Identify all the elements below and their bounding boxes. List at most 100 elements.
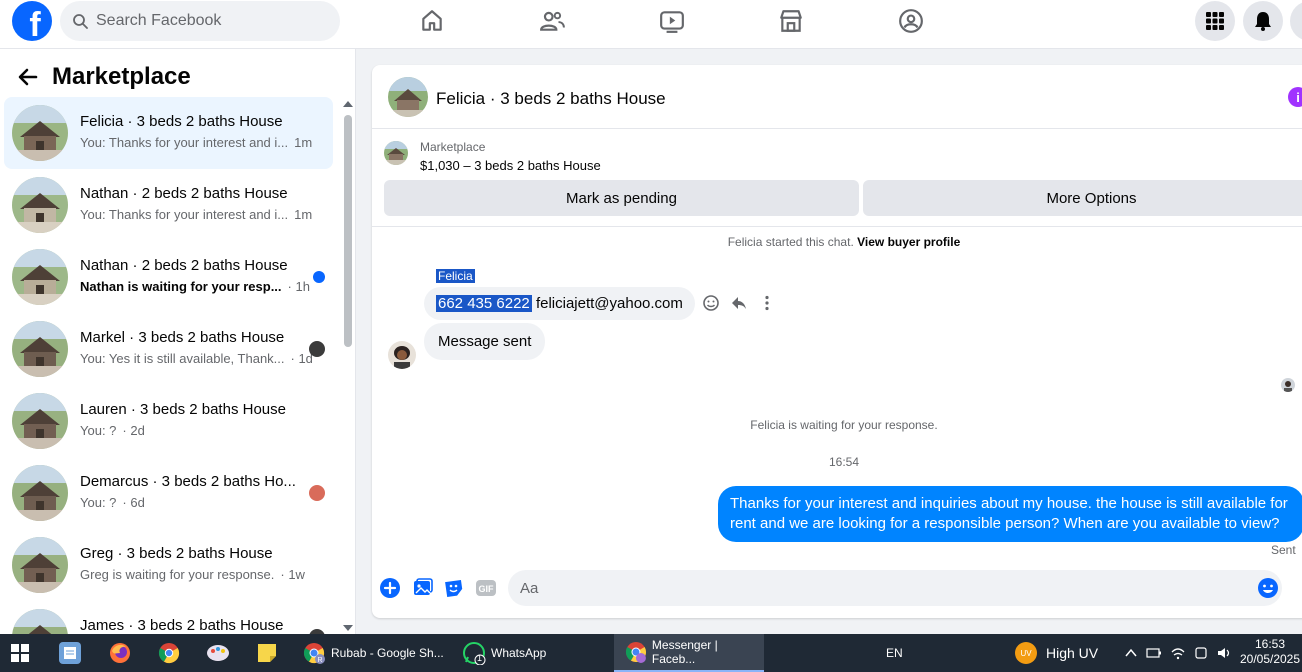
facebook-logo[interactable]: f	[12, 1, 52, 41]
react-emoji-icon[interactable]	[702, 294, 720, 312]
groups-icon[interactable]	[895, 6, 927, 36]
unread-dot	[313, 271, 325, 283]
windows-start-icon[interactable]	[10, 634, 30, 672]
message-actions	[702, 294, 776, 312]
message-input-box[interactable]	[508, 570, 1282, 606]
outgoing-message[interactable]: Thanks for your interest and inquiries a…	[718, 486, 1302, 542]
waiting-notice: Felicia is waiting for your response.	[750, 418, 938, 432]
message-composer: GIF	[372, 565, 1302, 618]
taskbar-whatsapp[interactable]: 1 WhatsApp	[462, 634, 546, 672]
profile-avatar[interactable]	[1290, 1, 1302, 41]
conversation-item[interactable]: Nathan · 2 beds 2 baths House Nathan is w…	[4, 241, 333, 313]
system-tray	[1124, 634, 1232, 672]
watch-icon[interactable]	[656, 6, 688, 36]
more-dots-icon[interactable]	[758, 294, 776, 312]
conversation-avatar	[12, 105, 68, 161]
clock[interactable]: 16:53 20/05/2025	[1238, 637, 1302, 667]
listing-source: Marketplace	[420, 140, 486, 154]
more-options-button[interactable]: More Options	[863, 180, 1302, 216]
conversation-time: · 1w	[280, 567, 305, 582]
conversation-title: James · 3 beds 2 baths House	[80, 617, 284, 634]
email-address: feliciajett@yahoo.com	[535, 295, 683, 312]
emoji-icon[interactable]	[1257, 577, 1279, 599]
conversation-avatar	[12, 177, 68, 233]
conversation-item[interactable]: Felicia · 3 beds 2 baths House You: Thank…	[4, 97, 333, 169]
listing-thumbnail[interactable]	[384, 141, 408, 165]
read-receipt-avatar	[1281, 378, 1295, 392]
chat-title[interactable]: Felicia · 3 beds 2 baths House	[436, 89, 666, 109]
svg-text:R: R	[317, 657, 322, 664]
conversation-avatar	[12, 249, 68, 305]
conversation-time: · 1h	[287, 279, 310, 294]
volume-icon[interactable]	[1216, 646, 1232, 660]
back-arrow-icon[interactable]	[16, 65, 40, 89]
listing-title[interactable]: $1,030 – 3 beds 2 baths House	[420, 158, 601, 173]
clock-time: 16:53	[1254, 637, 1286, 651]
seen-avatar	[309, 341, 325, 357]
scroll-thumb[interactable]	[344, 115, 352, 347]
phone-number: 662 435 6222	[436, 295, 532, 312]
sender-name: Felicia	[436, 269, 475, 283]
conversation-time: 1m	[294, 135, 313, 150]
conversation-snippet: You: ? · 2d	[80, 423, 145, 438]
scrollbar[interactable]	[341, 101, 353, 631]
firefox-icon[interactable]	[108, 634, 132, 672]
notifications-bell-icon[interactable]	[1243, 1, 1283, 41]
language-indicator[interactable]: EN	[886, 634, 903, 672]
conversation-avatar	[12, 465, 68, 521]
view-buyer-profile-link[interactable]: View buyer profile	[857, 235, 960, 249]
chrome-icon[interactable]	[157, 634, 181, 672]
conversation-time: 1m	[294, 207, 313, 222]
taskbar-messenger[interactable]: Messenger | Faceb...	[614, 634, 764, 672]
paint-app-icon[interactable]	[205, 634, 231, 672]
top-navbar: f	[0, 0, 1302, 49]
weather-widget[interactable]: UV High UV	[1015, 634, 1098, 672]
conversation-item[interactable]: Lauren · 3 beds 2 baths House You: ? · 2d	[4, 385, 333, 457]
incoming-message[interactable]: 662 435 6222 feliciajett@yahoo.com	[424, 287, 695, 320]
conversation-title: Nathan · 2 beds 2 baths House	[80, 257, 288, 274]
add-plus-icon[interactable]	[379, 577, 401, 599]
conversation-snippet: You: Yes it is still available, Thank...…	[80, 351, 313, 366]
battery-icon[interactable]	[1146, 646, 1162, 660]
marketplace-icon[interactable]	[775, 6, 807, 36]
scroll-down-icon[interactable]	[343, 625, 353, 631]
menu-grid-icon[interactable]	[1195, 1, 1235, 41]
conversation-time: · 2d	[122, 423, 145, 438]
sender-avatar[interactable]	[388, 341, 416, 369]
message-input[interactable]	[520, 579, 1220, 597]
scroll-up-icon[interactable]	[343, 101, 353, 107]
conversation-item[interactable]: Greg · 3 beds 2 baths House Greg is waiti…	[4, 529, 333, 601]
conversation-item[interactable]: James · 3 beds 2 baths House	[4, 601, 333, 634]
chat-header: Felicia · 3 beds 2 baths House i	[372, 65, 1302, 129]
device-icon[interactable]	[1194, 646, 1208, 660]
info-icon[interactable]: i	[1288, 87, 1302, 107]
chevron-up-icon[interactable]	[1124, 646, 1138, 660]
conversation-avatar	[12, 609, 68, 634]
conversation-title: Demarcus · 3 beds 2 baths Ho...	[80, 473, 296, 490]
chat-house-avatar[interactable]	[388, 77, 428, 117]
conversation-snippet: Nathan is waiting for your resp... · 1h	[80, 279, 310, 294]
friends-icon[interactable]	[536, 6, 568, 36]
conversation-item[interactable]: Demarcus · 3 beds 2 baths Ho... You: ? · 6…	[4, 457, 333, 529]
notepad-app-icon[interactable]	[59, 634, 81, 672]
incoming-message[interactable]: Message sent	[424, 323, 546, 360]
conversation-item[interactable]: Nathan · 2 beds 2 baths House You: Thanks…	[4, 169, 333, 241]
mark-pending-button[interactable]: Mark as pending	[384, 180, 859, 216]
conversation-snippet: You: Thanks for your interest and i... 1m	[80, 135, 313, 150]
search-box[interactable]	[60, 1, 340, 41]
search-input[interactable]	[96, 12, 316, 30]
conversation-item[interactable]: Markel · 3 beds 2 baths House You: Yes it…	[4, 313, 333, 385]
chat-window: Felicia · 3 beds 2 baths House i Marketp…	[372, 65, 1302, 618]
wifi-icon[interactable]	[1170, 646, 1186, 660]
home-icon[interactable]	[416, 6, 448, 36]
sent-status: Sent	[1271, 543, 1296, 557]
search-icon	[73, 14, 88, 29]
reply-icon[interactable]	[730, 294, 748, 312]
sticky-notes-icon[interactable]	[255, 634, 279, 672]
photo-icon[interactable]	[412, 577, 434, 599]
conversation-title: Lauren · 3 beds 2 baths House	[80, 401, 286, 418]
taskbar-google-sheets[interactable]: R Rubab - Google Sh...	[302, 634, 444, 672]
svg-text:GIF: GIF	[479, 584, 495, 594]
sticker-icon[interactable]	[443, 577, 465, 599]
gif-icon[interactable]: GIF	[475, 577, 497, 599]
